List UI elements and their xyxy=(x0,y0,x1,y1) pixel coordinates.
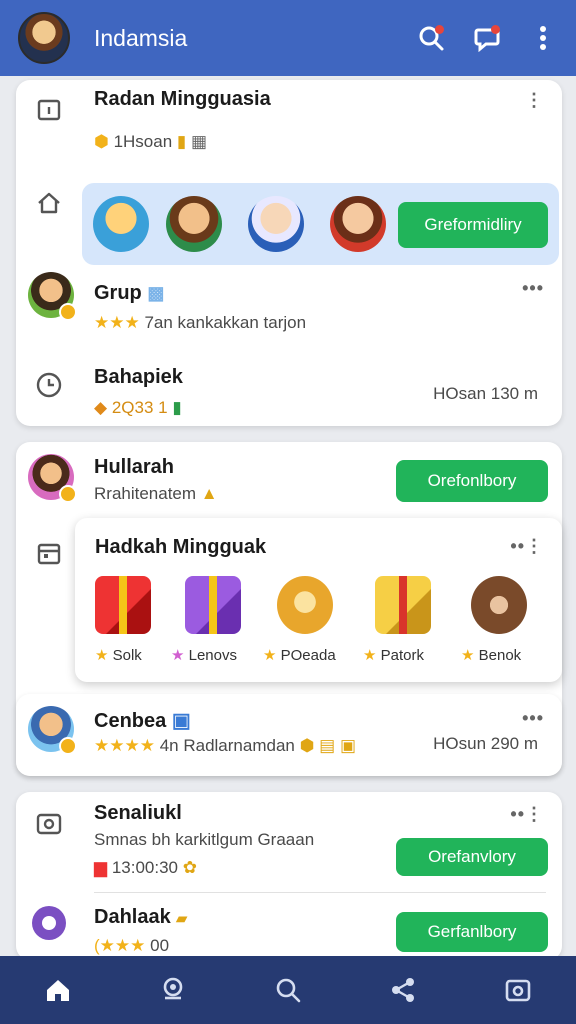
group-subtitle: ★★★ 7an kankakkan tarjon xyxy=(94,313,307,332)
weekly-gifts-popup: Hadkah Mingguak ••⋮ ★ Solk ★ Lenovs ★ PO… xyxy=(75,518,562,682)
gift-box-icon xyxy=(34,808,64,838)
home-icon xyxy=(34,188,64,218)
overflow-menu-icon[interactable] xyxy=(528,23,558,53)
contact-subtitle: ★★★★ 4n Radlarnamdan ⬢ ▤ ▣ xyxy=(94,736,357,755)
group-title: Grup ▩ xyxy=(94,282,165,304)
section-title: Radan Mingguasia xyxy=(94,88,271,110)
friend-avatar[interactable] xyxy=(248,196,304,252)
app-bar: Indamsia xyxy=(0,0,576,76)
item-title: Dahlaak ▰ xyxy=(94,906,188,928)
activity-subtitle: Smnas bh karkitlgum Graaan xyxy=(94,830,315,849)
group-subtitle-text: 7an kankakkan tarjon xyxy=(144,313,307,332)
activity-time: ▆ 13:00:30 ✿ xyxy=(94,858,197,877)
search-nav-icon[interactable] xyxy=(271,973,305,1007)
item-title-text: Dahlaak xyxy=(94,906,171,928)
gift-red-icon[interactable] xyxy=(95,576,151,634)
activity-action-button[interactable]: Orefanvlory xyxy=(396,838,548,876)
activity-time-text: 13:00:30 xyxy=(111,858,178,877)
activity-title: Senaliukl xyxy=(94,802,182,824)
bottom-navigation xyxy=(0,956,576,1024)
search-notification-icon[interactable] xyxy=(416,23,446,53)
item-subtitle: (★★★ 00 xyxy=(94,936,170,955)
gift-label: ★ Lenovs xyxy=(171,647,237,664)
popup-more-icon[interactable]: ••⋮ xyxy=(510,536,544,557)
history-subtitle: ◆ 2Q33 1 ▮ xyxy=(94,398,182,417)
friends-strip: Greformidliry xyxy=(82,183,559,265)
activity-more-icon[interactable]: ••⋮ xyxy=(510,804,544,825)
bear-yellow-icon[interactable] xyxy=(277,576,333,634)
user-badge xyxy=(59,485,77,503)
item-action-button[interactable]: Gerfanlbory xyxy=(396,912,548,952)
gift-label: ★ POeada xyxy=(263,647,336,664)
section-subtitle-text: 1Hsoan xyxy=(113,132,173,151)
gift-label-text: POeada xyxy=(280,647,336,664)
friend-avatar[interactable] xyxy=(330,196,386,252)
gift-label: ★ Patork xyxy=(363,647,424,664)
contact-card: Cenbea ▣ ★★★★ 4n Radlarnamdan ⬢ ▤ ▣ ••• … xyxy=(16,694,562,776)
weekly-card: Radan Mingguasia ⬢ 1Hsoan ▮ ▦ ⋮ Greformi… xyxy=(16,80,562,426)
app-title: Indamsia xyxy=(94,24,188,51)
group-title-text: Grup xyxy=(94,282,142,304)
user-subtitle: Rrahitenatem ▲ xyxy=(94,484,218,503)
gift-label-text: Benok xyxy=(478,647,522,664)
gift-label-text: Solk xyxy=(112,647,142,664)
contact-title: Cenbea ▣ xyxy=(94,710,191,732)
bear-brown-icon[interactable] xyxy=(471,576,527,634)
gift-label: ★ Solk xyxy=(95,647,142,664)
location-nav-icon[interactable] xyxy=(156,973,190,1007)
friend-avatar[interactable] xyxy=(93,196,149,252)
gift-purple-icon[interactable] xyxy=(185,576,241,634)
history-subtitle-text: 2Q33 1 xyxy=(111,398,168,417)
profile-avatar[interactable] xyxy=(18,12,70,64)
clock-icon xyxy=(34,370,64,400)
group-badge xyxy=(59,303,77,321)
contact-title-text: Cenbea xyxy=(94,710,167,732)
calendar-small-icon xyxy=(34,538,64,568)
section-subtitle: ⬢ 1Hsoan ▮ ▦ xyxy=(94,132,208,151)
gift-label-text: Lenovs xyxy=(188,647,237,664)
user-subtitle-text: Rrahitenatem xyxy=(94,484,197,503)
popup-title: Hadkah Mingguak xyxy=(95,536,267,558)
group-avatar[interactable] xyxy=(28,272,77,321)
activity-card: Senaliukl Smnas bh karkitlgum Graaan ▆ 1… xyxy=(16,792,562,960)
gift-label: ★ Benok xyxy=(461,647,522,664)
item-subtitle-text: 00 xyxy=(150,936,170,955)
friend-avatar[interactable] xyxy=(166,196,222,252)
user-title: Hullarah xyxy=(94,456,175,478)
group-more-icon[interactable]: ••• xyxy=(522,278,544,299)
item-icon xyxy=(32,906,66,940)
home-nav-icon[interactable] xyxy=(41,973,75,1007)
divider xyxy=(94,892,546,893)
share-nav-icon[interactable] xyxy=(386,973,420,1007)
contact-subtitle-text: 4n Radlarnamdan xyxy=(159,736,295,755)
inbox-nav-icon[interactable] xyxy=(501,973,535,1007)
gift-label-text: Patork xyxy=(380,647,424,664)
chat-icon[interactable] xyxy=(472,23,502,53)
calendar-icon xyxy=(34,94,64,124)
strip-action-button[interactable]: Greformidliry xyxy=(398,202,548,248)
history-distance: HOsan 130 m xyxy=(433,384,538,403)
contact-badge xyxy=(59,737,77,755)
history-title: Bahapiek xyxy=(94,366,183,388)
contact-distance: HOsun 290 m xyxy=(433,734,538,753)
user-avatar[interactable] xyxy=(28,454,77,503)
gift-gold-icon[interactable] xyxy=(375,576,431,634)
contact-avatar[interactable] xyxy=(28,706,77,755)
user-action-button[interactable]: Orefonlbory xyxy=(396,460,548,502)
section-more-icon[interactable]: ⋮ xyxy=(525,90,544,111)
chat-badge xyxy=(491,25,500,34)
contact-more-icon[interactable]: ••• xyxy=(522,708,544,729)
notification-dot xyxy=(435,25,444,34)
